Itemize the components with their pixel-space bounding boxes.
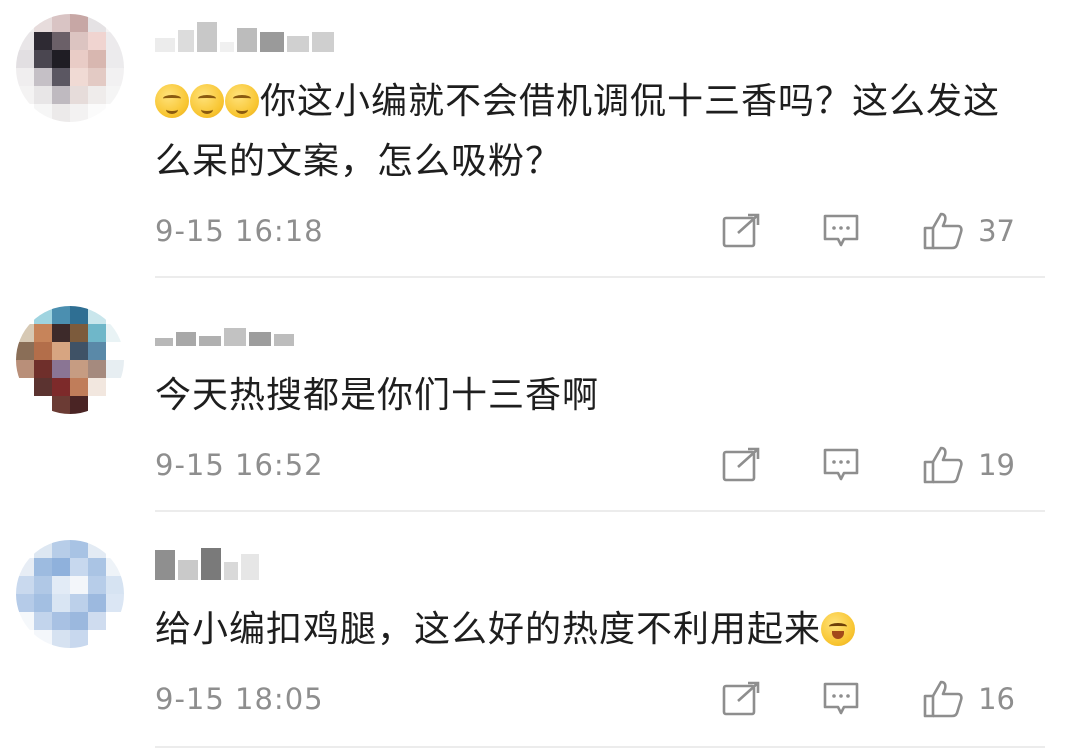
- divider: [155, 746, 1045, 748]
- avatar-pixel: [52, 558, 70, 576]
- avatar-pixel: [106, 594, 124, 612]
- comment-actions: 16: [722, 679, 1015, 719]
- avatar-pixel: [88, 558, 106, 576]
- comment-meta: 9-15 18:05 16: [155, 679, 1015, 719]
- comment-body: 给小编扣鸡腿，这么好的热度不利用起来: [155, 609, 822, 650]
- avatar-pixel: [70, 612, 88, 630]
- avatar-pixel: [34, 540, 52, 558]
- avatar-pixel: [34, 558, 52, 576]
- share-button[interactable]: [722, 681, 762, 717]
- laugh-cry-emoji: [821, 612, 856, 646]
- avatar-pixel: [88, 540, 106, 558]
- like-count: 16: [978, 682, 1015, 716]
- avatar-pixel: [106, 540, 124, 558]
- avatar-pixel: [88, 630, 106, 648]
- avatar-pixel: [34, 594, 52, 612]
- comment-text: 给小编扣鸡腿，这么好的热度不利用起来: [155, 600, 1015, 660]
- avatar[interactable]: [16, 540, 124, 648]
- avatar-pixel: [106, 612, 124, 630]
- share-icon: [722, 681, 760, 716]
- avatar-pixel: [106, 558, 124, 576]
- avatar-pixel: [106, 576, 124, 594]
- reply-button[interactable]: [822, 681, 860, 717]
- avatar-pixel: [70, 630, 88, 648]
- avatar-pixel: [16, 558, 34, 576]
- comment-item: 给小编扣鸡腿，这么好的热度不利用起来 9-15 18:05 16: [0, 0, 1080, 751]
- avatar-pixel: [16, 630, 34, 648]
- avatar-pixel: [70, 540, 88, 558]
- username-blurred[interactable]: [155, 540, 259, 580]
- avatar-pixel: [70, 576, 88, 594]
- avatar-pixel: [70, 558, 88, 576]
- avatar-pixel: [52, 630, 70, 648]
- avatar-pixel: [16, 612, 34, 630]
- avatar-pixel: [88, 612, 106, 630]
- avatar-pixel: [106, 630, 124, 648]
- avatar-pixel: [34, 612, 52, 630]
- avatar-pixel: [88, 576, 106, 594]
- avatar-pixel: [34, 630, 52, 648]
- avatar-pixel: [52, 612, 70, 630]
- avatar-pixel: [34, 576, 52, 594]
- avatar-pixel: [16, 594, 34, 612]
- avatar-pixel: [16, 540, 34, 558]
- avatar-pixel: [52, 576, 70, 594]
- avatar-pixel: [16, 576, 34, 594]
- comment-time: 9-15 18:05: [155, 682, 324, 716]
- avatar-pixel: [70, 594, 88, 612]
- avatar-pixel: [52, 594, 70, 612]
- thumbs-up-icon: [923, 680, 963, 718]
- avatar-pixel: [52, 540, 70, 558]
- like-button[interactable]: 16: [922, 679, 1015, 719]
- reply-icon: [823, 682, 859, 715]
- avatar-pixel: [88, 594, 106, 612]
